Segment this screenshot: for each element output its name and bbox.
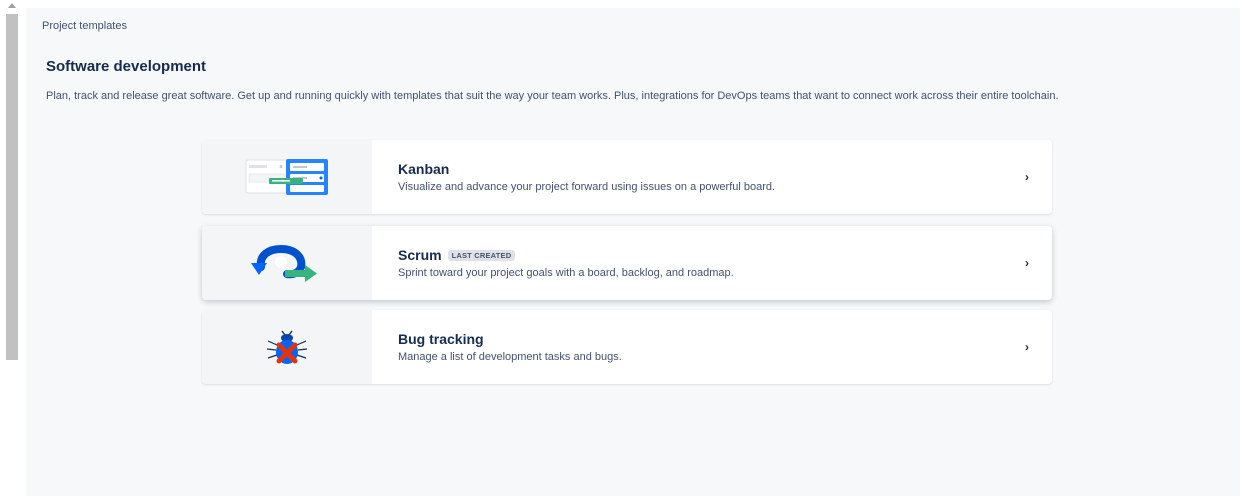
card-thumbnail <box>202 310 372 384</box>
card-description: Visualize and advance your project forwa… <box>398 181 776 193</box>
scroll-up-arrow-icon[interactable] <box>8 3 16 8</box>
scrollbar[interactable] <box>0 0 20 496</box>
scrollbar-thumb[interactable] <box>6 14 18 360</box>
chevron-right-icon[interactable]: › <box>1002 140 1052 214</box>
section-description: Plan, track and release great software. … <box>46 90 1059 102</box>
card-description: Sprint toward your project goals with a … <box>398 267 734 279</box>
template-card-bug-tracking[interactable]: Bug tracking Manage a list of developmen… <box>202 310 1052 384</box>
card-thumbnail <box>202 140 372 214</box>
bug-icon <box>266 330 308 364</box>
breadcrumb[interactable]: Project templates <box>42 20 127 32</box>
template-card-scrum[interactable]: Scrum LAST CREATED Sprint toward your pr… <box>202 226 1052 300</box>
card-title: Kanban <box>398 161 450 177</box>
last-created-badge: LAST CREATED <box>447 249 516 261</box>
template-card-kanban[interactable]: Kanban Visualize and advance your projec… <box>202 140 1052 214</box>
card-thumbnail <box>202 226 372 300</box>
section-heading: Software development <box>46 58 207 75</box>
card-title: Bug tracking <box>398 331 484 347</box>
card-description: Manage a list of development tasks and b… <box>398 351 622 363</box>
templates-panel: Project templates Software development P… <box>26 8 1240 496</box>
scrum-cycle-icon <box>251 244 317 282</box>
kanban-board-icon <box>245 159 328 195</box>
chevron-right-icon[interactable]: › <box>1002 310 1052 384</box>
chevron-right-icon[interactable]: › <box>1002 226 1052 300</box>
card-title: Scrum <box>398 247 442 263</box>
